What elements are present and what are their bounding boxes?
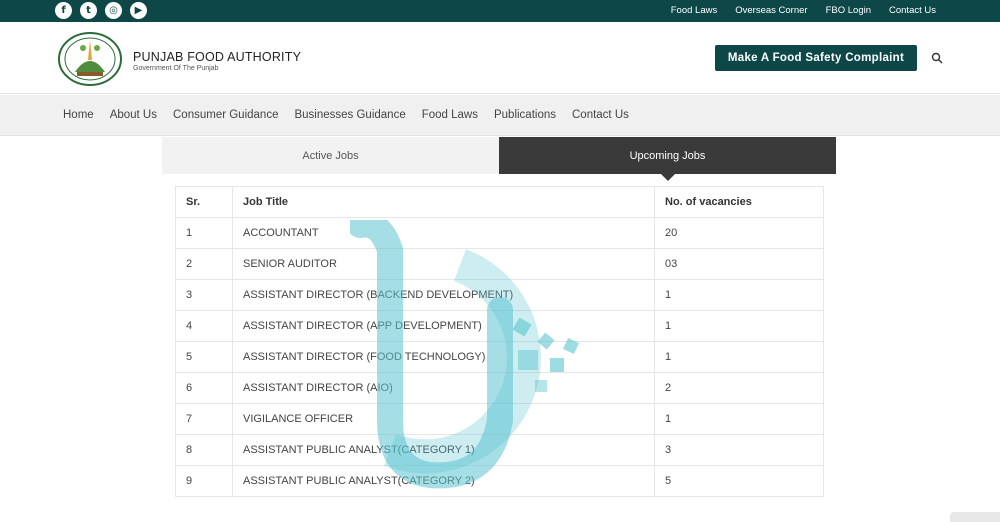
cell-sr: 3 <box>175 279 233 311</box>
food-safety-complaint-button[interactable]: Make A Food Safety Complaint <box>715 45 917 71</box>
jobs-tabs: Active Jobs Upcoming Jobs <box>162 137 836 181</box>
top-links: Food Laws Overseas Corner FBO Login Cont… <box>671 5 936 16</box>
table-header-row: Sr. Job Title No. of vacancies <box>175 186 824 218</box>
table-row: 6 ASSISTANT DIRECTOR (AIO) 2 <box>175 372 824 404</box>
cell-job-title: ACCOUNTANT <box>232 217 655 249</box>
cell-sr: 8 <box>175 434 233 466</box>
table-row: 8 ASSISTANT PUBLIC ANALYST(CATEGORY 1) 3 <box>175 434 824 466</box>
table-row: 2 SENIOR AUDITOR 03 <box>175 248 824 280</box>
cell-sr: 1 <box>175 217 233 249</box>
column-header-job-title: Job Title <box>232 186 655 218</box>
nav-item-food-laws[interactable]: Food Laws <box>422 109 478 121</box>
social-links: f t ◎ ▶ <box>55 2 147 19</box>
nav-item-about-us[interactable]: About Us <box>110 109 157 121</box>
cell-job-title: ASSISTANT DIRECTOR (APP DEVELOPMENT) <box>232 310 655 342</box>
cell-job-title: ASSISTANT DIRECTOR (BACKEND DEVELOPMENT) <box>232 279 655 311</box>
cell-vacancies: 03 <box>654 248 824 280</box>
cell-sr: 6 <box>175 372 233 404</box>
tab-upcoming-jobs[interactable]: Upcoming Jobs <box>499 137 836 181</box>
cell-sr: 9 <box>175 465 233 497</box>
column-header-vacancies: No. of vacancies <box>654 186 824 218</box>
top-bar: f t ◎ ▶ Food Laws Overseas Corner FBO Lo… <box>0 0 1000 22</box>
table-row: 1 ACCOUNTANT 20 <box>175 217 824 249</box>
cell-job-title: SENIOR AUDITOR <box>232 248 655 280</box>
cell-sr: 5 <box>175 341 233 373</box>
nav-item-consumer-guidance[interactable]: Consumer Guidance <box>173 109 278 121</box>
cell-vacancies: 1 <box>654 310 824 342</box>
toplink-food-laws[interactable]: Food Laws <box>671 5 717 16</box>
cell-job-title: ASSISTANT DIRECTOR (AIO) <box>232 372 655 404</box>
table-row: 3 ASSISTANT DIRECTOR (BACKEND DEVELOPMEN… <box>175 279 824 311</box>
table-row: 4 ASSISTANT DIRECTOR (APP DEVELOPMENT) 1 <box>175 310 824 342</box>
toplink-overseas-corner[interactable]: Overseas Corner <box>735 5 807 16</box>
twitter-icon[interactable]: t <box>80 2 97 19</box>
cell-job-title: VIGILANCE OFFICER <box>232 403 655 435</box>
search-icon[interactable] <box>931 52 943 64</box>
cell-vacancies: 1 <box>654 403 824 435</box>
cell-vacancies: 20 <box>654 217 824 249</box>
facebook-icon[interactable]: f <box>55 2 72 19</box>
instagram-icon[interactable]: ◎ <box>105 2 122 19</box>
nav-item-home[interactable]: Home <box>63 109 94 121</box>
cell-sr: 2 <box>175 248 233 280</box>
table-row: 5 ASSISTANT DIRECTOR (FOOD TECHNOLOGY) 1 <box>175 341 824 373</box>
recaptcha-badge[interactable] <box>950 512 1000 522</box>
brand-name: PUNJAB FOOD AUTHORITY <box>133 50 302 64</box>
jobs-table: Sr. Job Title No. of vacancies 1 ACCOUNT… <box>175 186 824 497</box>
nav-item-businesses-guidance[interactable]: Businesses Guidance <box>294 109 405 121</box>
cell-vacancies: 3 <box>654 434 824 466</box>
cell-vacancies: 1 <box>654 279 824 311</box>
cell-vacancies: 2 <box>654 372 824 404</box>
cell-job-title: ASSISTANT PUBLIC ANALYST(CATEGORY 1) <box>232 434 655 466</box>
cell-vacancies: 1 <box>654 341 824 373</box>
column-header-sr: Sr. <box>175 186 233 218</box>
brand-subtitle: Government Of The Punjab <box>133 65 219 72</box>
table-row: 9 ASSISTANT PUBLIC ANALYST(CATEGORY 2) 5 <box>175 465 824 497</box>
main-nav: Home About Us Consumer Guidance Business… <box>0 95 1000 136</box>
tab-active-jobs[interactable]: Active Jobs <box>162 137 499 174</box>
cell-sr: 7 <box>175 403 233 435</box>
toplink-fbo-login[interactable]: FBO Login <box>826 5 871 16</box>
toplink-contact-us[interactable]: Contact Us <box>889 5 936 16</box>
cell-job-title: ASSISTANT PUBLIC ANALYST(CATEGORY 2) <box>232 465 655 497</box>
pfa-logo[interactable] <box>55 30 125 88</box>
nav-item-contact-us[interactable]: Contact Us <box>572 109 629 121</box>
cell-sr: 4 <box>175 310 233 342</box>
nav-item-publications[interactable]: Publications <box>494 109 556 121</box>
table-row: 7 VIGILANCE OFFICER 1 <box>175 403 824 435</box>
youtube-icon[interactable]: ▶ <box>130 2 147 19</box>
cell-vacancies: 5 <box>654 465 824 497</box>
site-header: PUNJAB FOOD AUTHORITY Government Of The … <box>0 22 1000 94</box>
cell-job-title: ASSISTANT DIRECTOR (FOOD TECHNOLOGY) <box>232 341 655 373</box>
